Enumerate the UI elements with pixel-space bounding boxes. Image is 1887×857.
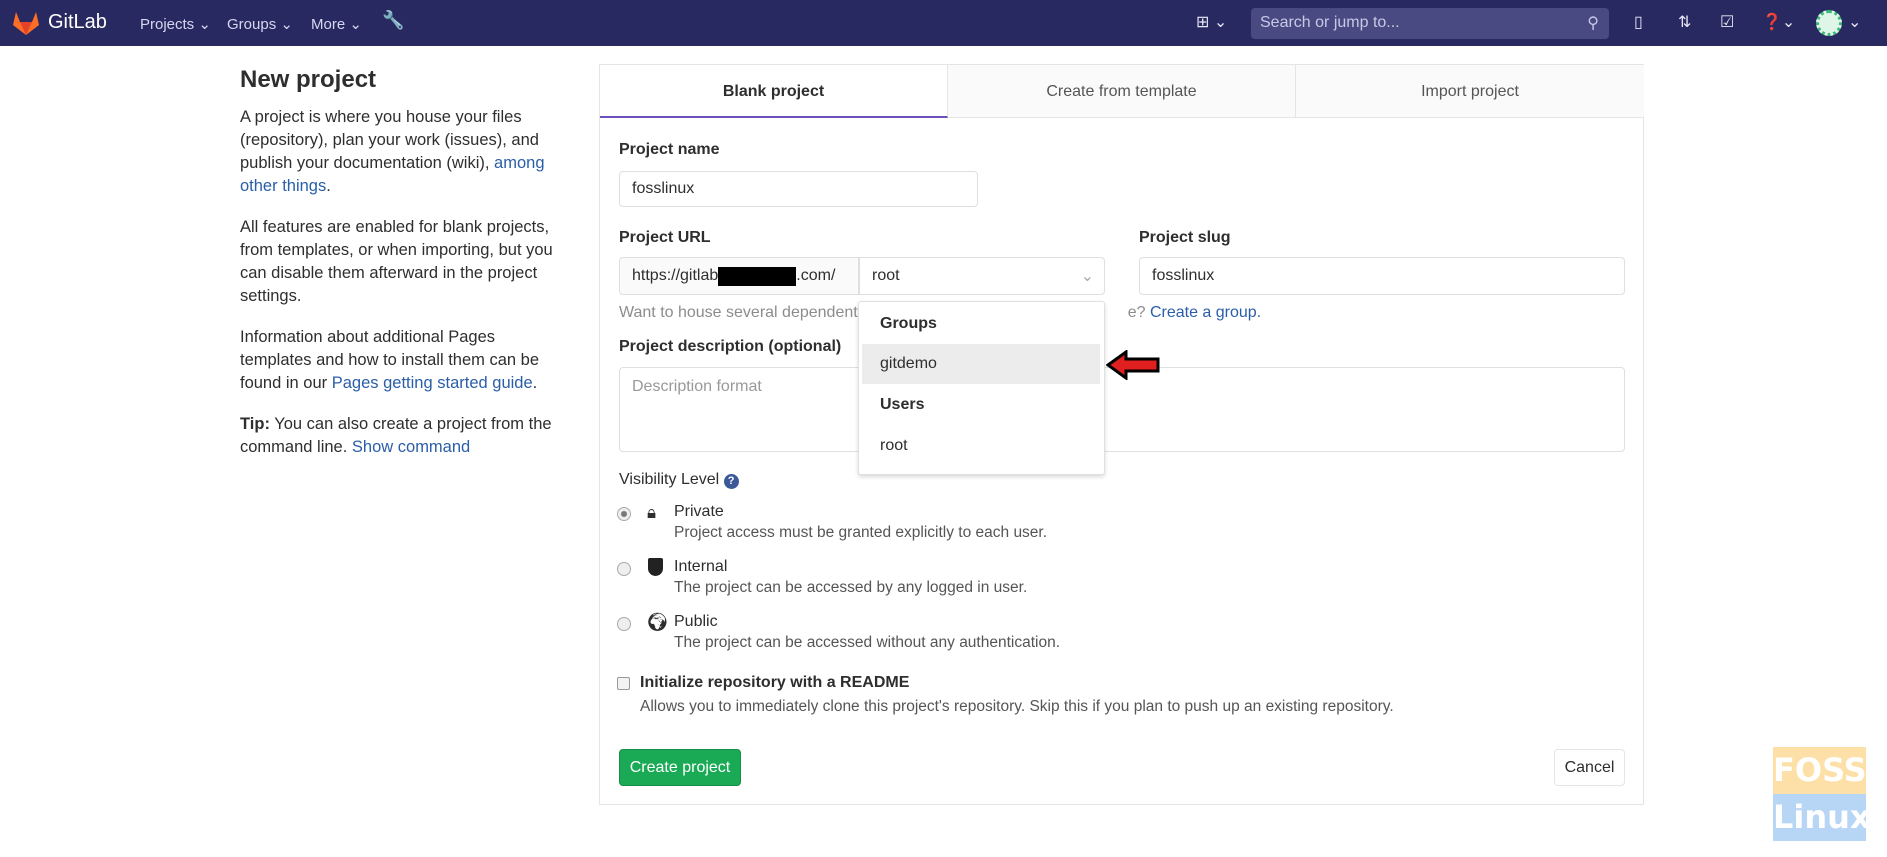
url-prefix-end: .com/ [796, 267, 836, 284]
lock-icon: 🔒︎ [647, 503, 657, 522]
search-icon: ⚲ [1587, 15, 1599, 32]
internal-desc: The project can be accessed by any logge… [674, 579, 1028, 596]
search-placeholder: Search or jump to... [1260, 14, 1400, 31]
new-plus-icon[interactable]: ⊞ ⌄ [1196, 12, 1227, 32]
tab-blank-project[interactable]: Blank project [600, 65, 948, 118]
nav-groups[interactable]: Groups ⌄ [227, 15, 293, 33]
pages-info: Information about additional Pages templ… [240, 328, 540, 392]
wrench-icon[interactable]: 🔧 [382, 10, 404, 31]
visibility-label: Visibility Level ? [619, 471, 739, 489]
tab-create-from-template[interactable]: Create from template [948, 65, 1296, 118]
description-label: Project description (optional) [619, 338, 842, 355]
help-icon[interactable]: ❓⌄ [1762, 12, 1795, 32]
intro-text: A project is where you house your files … [240, 108, 545, 195]
show-command-link[interactable]: Show command [352, 438, 470, 456]
redacted-block [718, 266, 797, 286]
tip-text: Tip: You can also create a project from … [240, 413, 560, 459]
pages-guide-link[interactable]: Pages getting started guide [332, 374, 533, 392]
brand-name[interactable]: GitLab [48, 11, 107, 34]
public-label: Public [674, 613, 718, 630]
chevron-down-icon: ⌄ [198, 16, 211, 33]
visibility-label-text: Visibility Level [619, 471, 720, 488]
chevron-down-icon: ⌄ [1080, 268, 1094, 285]
chevron-down-icon: ⌄ [349, 16, 362, 33]
watermark-foss: FOSS [1773, 747, 1867, 794]
help-text: Want to house several dependent [619, 304, 858, 321]
readme-label[interactable]: Initialize repository with a README [640, 674, 909, 692]
project-name-label: Project name [619, 141, 720, 158]
sidebar-info: New project A project is where you house… [240, 66, 560, 477]
chevron-down-icon[interactable]: ⌄ [1848, 12, 1861, 32]
shield-icon [648, 558, 663, 576]
search-input[interactable]: Search or jump to... ⚲ [1251, 8, 1609, 39]
dropdown-item-root[interactable]: root [860, 426, 1104, 466]
page-title: New project [240, 66, 377, 93]
features-text: All features are enabled for blank proje… [240, 218, 553, 305]
public-radio[interactable] [617, 617, 631, 631]
todo-icon[interactable]: ☑ [1720, 12, 1734, 32]
namespace-dropdown: Groups gitdemo Users root [858, 301, 1105, 475]
namespace-select[interactable]: root ⌄ [859, 257, 1105, 295]
project-url-label: Project URL [619, 229, 711, 246]
private-label: Private [674, 503, 724, 520]
create-project-button[interactable]: Create project [619, 749, 741, 786]
chevron-down-icon: ⌄ [280, 16, 293, 33]
cancel-button[interactable]: Cancel [1554, 749, 1625, 786]
watermark-linux: Linux [1773, 794, 1871, 841]
readme-desc: Allows you to immediately clone this pro… [640, 698, 1394, 715]
public-desc: The project can be accessed without any … [674, 634, 1061, 651]
internal-radio[interactable] [617, 562, 631, 576]
nav-more[interactable]: More ⌄ [311, 15, 362, 33]
create-group-link[interactable]: Create a group. [1150, 304, 1261, 321]
gitlab-logo-icon[interactable] [12, 10, 40, 36]
merge-request-icon[interactable]: ⇅ [1678, 12, 1691, 32]
readme-checkbox[interactable] [617, 677, 630, 690]
project-slug-input[interactable]: fosslinux [1139, 257, 1625, 295]
namespace-value: root [872, 267, 900, 284]
dropdown-header-groups: Groups [880, 315, 937, 332]
url-prefix-start: https://gitlab [632, 267, 719, 284]
tab-import-project[interactable]: Import project [1296, 65, 1644, 118]
new-project-panel: Blank project Create from template Impor… [599, 64, 1644, 805]
sidebar-toggle-icon[interactable]: ▯ [1634, 12, 1643, 32]
nav-more-label: More [311, 16, 346, 33]
project-slug-label: Project slug [1139, 229, 1231, 246]
private-desc: Project access must be granted explicitl… [674, 524, 1048, 541]
tip-label: Tip: [240, 415, 270, 433]
avatar[interactable] [1816, 10, 1842, 36]
globe-icon: 🌍︎ [646, 612, 669, 632]
project-name-input[interactable]: fosslinux [619, 171, 978, 207]
nav-groups-label: Groups [227, 16, 277, 33]
red-arrow-annotation-icon [1106, 350, 1160, 380]
nav-projects[interactable]: Projects ⌄ [140, 15, 211, 33]
internal-label: Internal [674, 558, 728, 575]
help-text-end: e? [1127, 304, 1146, 321]
question-help-icon[interactable]: ? [723, 474, 739, 489]
top-navbar: GitLab Projects ⌄ Groups ⌄ More ⌄ 🔧 ⊞ ⌄ … [0, 0, 1887, 46]
dropdown-item-gitdemo[interactable]: gitdemo [862, 344, 1100, 384]
url-prefix: https://gitlab .com/ [619, 257, 859, 295]
dropdown-header-users: Users [880, 396, 925, 413]
private-radio[interactable] [617, 507, 631, 521]
nav-projects-label: Projects [140, 16, 195, 33]
